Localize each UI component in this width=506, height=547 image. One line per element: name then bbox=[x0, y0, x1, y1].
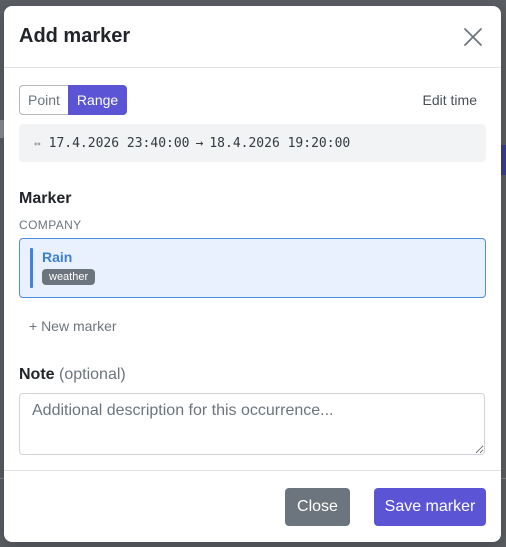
note-textarea[interactable] bbox=[19, 393, 485, 455]
time-range-display: ↔ 17.4.2026 23:40:00 → 18.4.2026 19:20:0… bbox=[19, 124, 486, 162]
dialog-header: Add marker bbox=[4, 6, 501, 68]
edit-time-link[interactable]: Edit time bbox=[423, 92, 486, 108]
marker-section-title: Marker bbox=[19, 190, 72, 207]
range-arrows-icon: ↔ bbox=[34, 136, 41, 150]
close-button[interactable]: Close bbox=[285, 487, 350, 526]
save-marker-button[interactable]: Save marker bbox=[374, 487, 486, 526]
dialog-body: Point Range Edit time ↔ 17.4.2026 23:40:… bbox=[4, 68, 501, 455]
dialog-title: Add marker bbox=[19, 25, 131, 47]
marker-tag: weather bbox=[42, 269, 96, 285]
range-end: 18.4.2026 19:20:00 bbox=[209, 135, 351, 151]
mode-row: Point Range Edit time bbox=[19, 85, 486, 115]
marker-name: Rain bbox=[42, 249, 73, 265]
mode-range-button[interactable]: Range bbox=[67, 85, 128, 115]
marker-group-label: COMPANY bbox=[19, 218, 82, 232]
note-label: Note (optional) bbox=[19, 366, 486, 384]
marker-color-bar bbox=[30, 248, 33, 288]
note-label-text: Note bbox=[19, 366, 55, 383]
mode-toggle: Point Range bbox=[19, 85, 128, 115]
note-optional-text: (optional) bbox=[59, 366, 126, 383]
dialog-footer: Close Save marker bbox=[4, 470, 501, 542]
marker-option-rain[interactable]: Rain weather bbox=[19, 238, 486, 298]
add-marker-dialog: Add marker Point Range Edit time ↔ 17.4.… bbox=[4, 6, 501, 542]
range-separator: → bbox=[195, 135, 204, 151]
close-icon[interactable] bbox=[459, 23, 487, 51]
mode-point-button[interactable]: Point bbox=[19, 85, 68, 115]
new-marker-button[interactable]: + New marker bbox=[29, 318, 117, 334]
range-start: 17.4.2026 23:40:00 bbox=[48, 135, 190, 151]
